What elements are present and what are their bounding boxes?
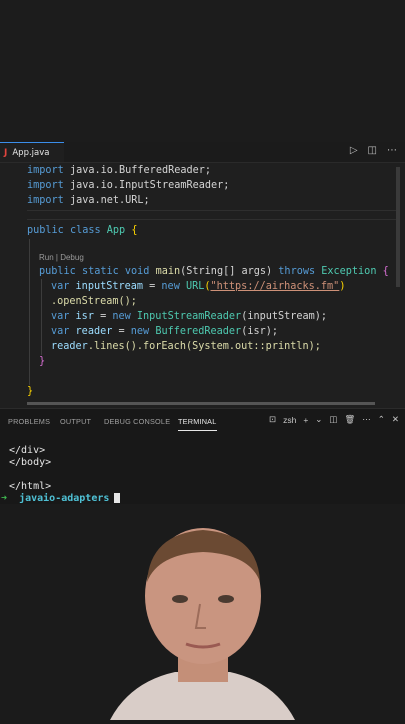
terminal-output[interactable]: </div> </body> </html> ➜ javaio-adapters — [1, 445, 121, 505]
chevron-down-icon[interactable]: ⌄ — [315, 414, 322, 425]
run-icon[interactable]: ▷ — [350, 145, 358, 156]
code-line-close-class: } — [27, 386, 34, 397]
tab-debug-console[interactable]: DEBUG CONSOLE — [104, 417, 170, 426]
codelens-run-debug[interactable]: Run | Debug — [39, 253, 84, 262]
editor-actions: ▷ ◫ ⋯ — [350, 145, 397, 156]
tab-problems[interactable]: PROBLEMS — [8, 417, 50, 426]
code-line-import-2: import java.io.InputStreamReader; — [27, 180, 230, 191]
terminal-icon: ⊡ — [268, 414, 277, 424]
tab-terminal[interactable]: TERMINAL — [178, 417, 217, 431]
presenter-face-image — [0, 504, 405, 720]
tab-output[interactable]: OUTPUT — [60, 417, 91, 426]
code-line-main: public static void main(String[] args) t… — [39, 266, 389, 277]
new-terminal-icon[interactable]: + — [303, 415, 308, 425]
code-editor[interactable]: import java.io.BufferedReader; import ja… — [0, 162, 405, 408]
panel-actions: ⊡ zsh + ⌄ ◫ 🗑 ⋯ ⌃ ✕ — [269, 414, 399, 425]
terminal-line: </body> — [9, 457, 52, 468]
code-line-input-stream: var inputStream = new URL("https://airha… — [51, 281, 346, 292]
indent-guide — [41, 279, 42, 355]
more-icon[interactable]: ⋯ — [387, 145, 397, 156]
code-line-lines: reader.lines().forEach(System.out::print… — [51, 341, 321, 352]
terminal-cursor — [114, 493, 121, 503]
editor-tab-bar: J App.java ▷ ◫ ⋯ — [0, 142, 405, 163]
split-terminal-icon[interactable]: ◫ — [329, 414, 337, 425]
tab-label: App.java — [12, 147, 50, 158]
horizontal-scrollbar[interactable] — [27, 402, 375, 405]
terminal-line: </html> — [9, 481, 52, 492]
presenter-video — [0, 504, 405, 720]
bottom-panel: PROBLEMS OUTPUT DEBUG CONSOLE TERMINAL ⊡… — [0, 408, 405, 505]
code-line-import-1: import java.io.BufferedReader; — [27, 165, 212, 176]
code-line-close-method: } — [39, 356, 46, 367]
trash-icon[interactable]: 🗑 — [344, 414, 355, 425]
vertical-scrollbar[interactable] — [396, 167, 400, 287]
terminal-line: </div> — [9, 445, 46, 456]
shell-name[interactable]: zsh — [283, 415, 296, 425]
indent-guide — [29, 239, 30, 385]
close-icon[interactable]: ✕ — [392, 414, 399, 425]
prompt-directory: javaio-adapters — [19, 493, 110, 504]
code-line-class: public class App { — [27, 225, 138, 236]
code-line-reader: var reader = new BufferedReader(isr); — [51, 326, 278, 337]
split-editor-icon[interactable]: ◫ — [368, 145, 377, 156]
top-dark-area — [0, 0, 405, 142]
prompt-arrow-icon: ➜ — [1, 493, 8, 504]
vscode-window: J App.java ▷ ◫ ⋯ import java.io.Buffered… — [0, 142, 405, 505]
java-file-icon: J — [4, 147, 8, 158]
more-icon[interactable]: ⋯ — [362, 414, 371, 425]
tab-app-java[interactable]: J App.java — [0, 142, 64, 162]
current-line-highlight — [27, 210, 397, 220]
code-line-open-stream: .openStream(); — [51, 296, 137, 307]
maximize-panel-icon[interactable]: ⌃ — [378, 414, 385, 425]
code-line-isr: var isr = new InputStreamReader(inputStr… — [51, 311, 328, 322]
code-line-import-3: import java.net.URL; — [27, 195, 150, 206]
